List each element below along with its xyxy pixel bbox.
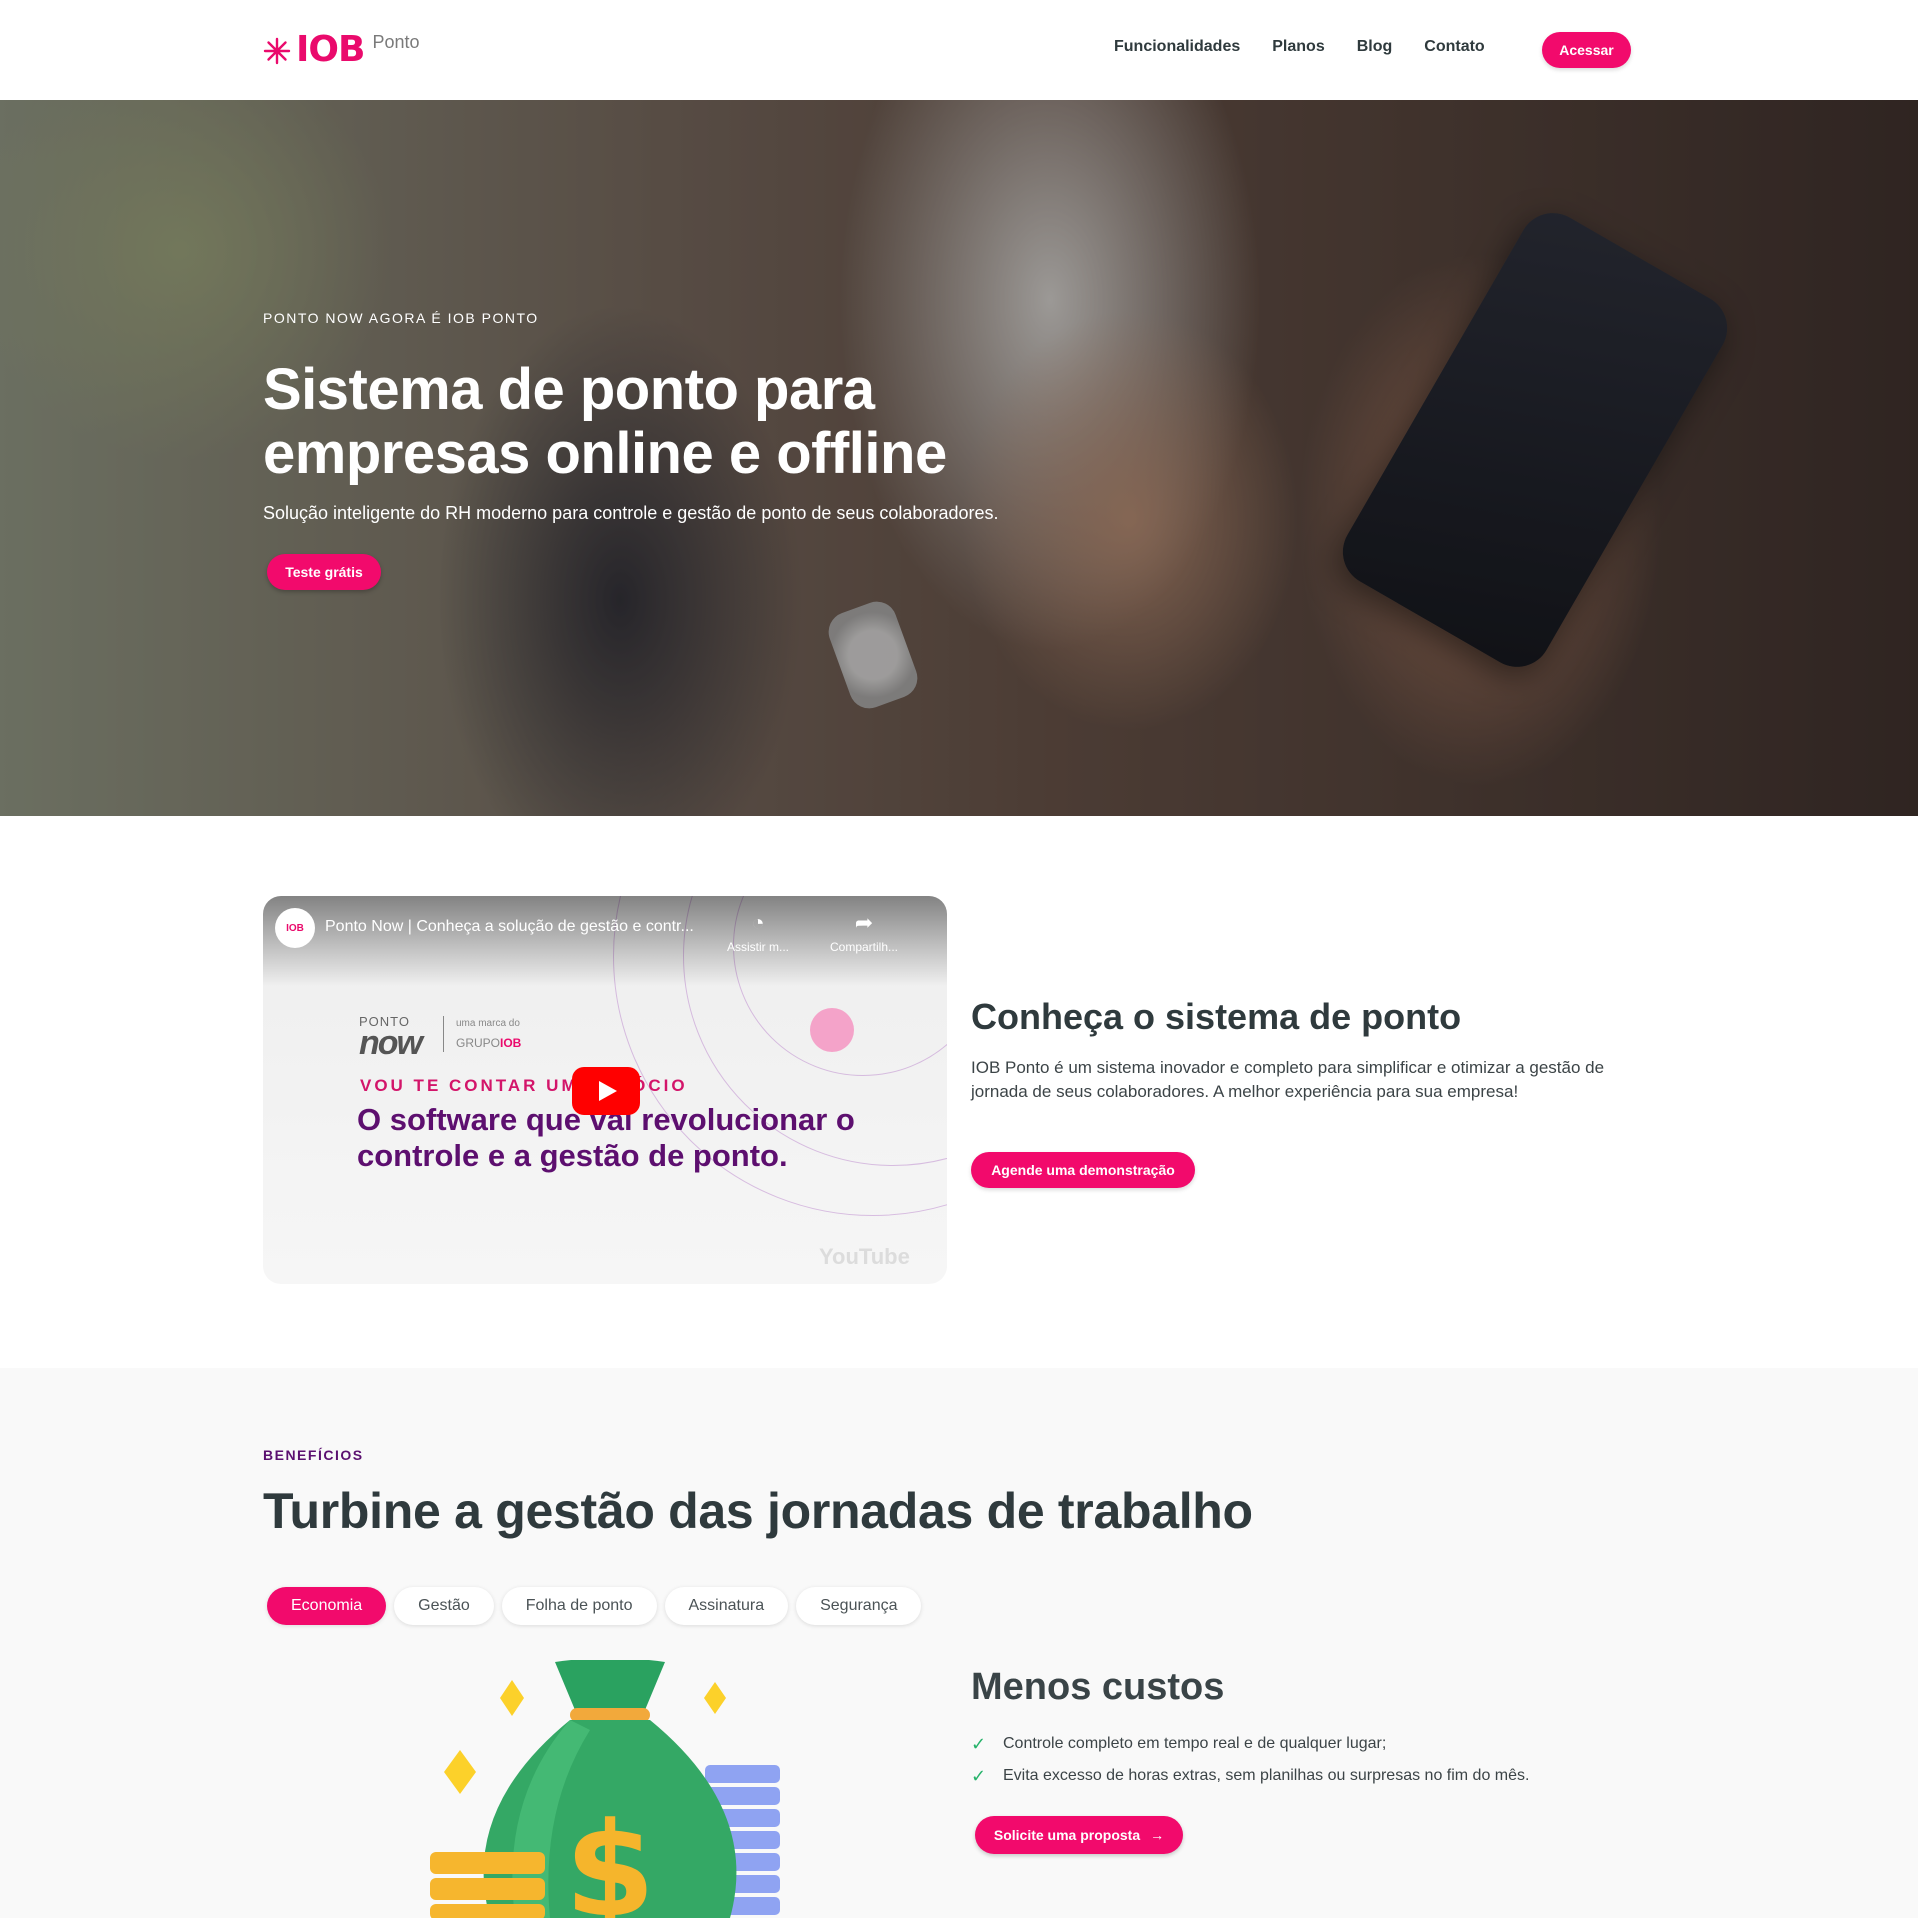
brand-grupo-text: GRUPO (456, 1036, 501, 1050)
brand-marca: uma marca do (456, 1018, 520, 1029)
tab-economia[interactable]: Economia (267, 1587, 387, 1625)
svg-text:$: $ (565, 1794, 655, 1918)
video-decor-dot (810, 1008, 854, 1052)
benefits-title: Turbine a gestão das jornadas de trabalh… (263, 1483, 1253, 1539)
watch-later-label: Assistir m... (727, 940, 789, 954)
video-player[interactable]: IOB Ponto Now | Conheça a solução de ges… (263, 896, 947, 1284)
logo-text: IOB (296, 29, 365, 70)
benefit-item-text: Evita excesso de horas extras, sem plani… (1003, 1767, 1530, 1784)
watch-later-button[interactable]: ◔ Assistir m... (713, 910, 803, 954)
benefit-item-text: Controle completo em tempo real e de qua… (1003, 1735, 1387, 1752)
list-item: ✓ Controle completo em tempo real e de q… (971, 1728, 1529, 1760)
tab-gestao[interactable]: Gestão (394, 1587, 494, 1625)
tab-folha-de-ponto[interactable]: Folha de ponto (501, 1587, 657, 1625)
hero-subtitle: Solução inteligente do RH moderno para c… (263, 503, 999, 523)
logo-subtitle: Ponto (372, 32, 420, 52)
logo-star-icon (263, 37, 291, 65)
youtube-logo[interactable]: YouTube (819, 1244, 910, 1270)
brand-divider (443, 1016, 444, 1052)
nav-blog[interactable]: Blog (1357, 38, 1393, 56)
acessar-button[interactable]: Acessar (1542, 32, 1631, 68)
tab-seguranca[interactable]: Segurança (796, 1587, 922, 1625)
check-icon: ✓ (971, 1765, 987, 1786)
agende-demonstracao-button[interactable]: Agende uma demonstração (971, 1152, 1195, 1188)
play-icon[interactable] (572, 1067, 640, 1115)
hero-eyebrow: PONTO NOW AGORA É IOB PONTO (263, 310, 539, 326)
benefit-list: ✓ Controle completo em tempo real e de q… (971, 1728, 1529, 1792)
benefit-panel-title: Menos custos (971, 1666, 1225, 1708)
solicite-proposta-label: Solicite uma proposta (993, 1827, 1141, 1843)
site-header: IOB Ponto Funcionalidades Planos Blog Co… (0, 0, 1918, 100)
nav-contato[interactable]: Contato (1424, 38, 1484, 56)
hero-title: Sistema de ponto para empresas online e … (263, 357, 947, 486)
solicite-proposta-button[interactable]: Solicite uma proposta → (975, 1816, 1183, 1854)
arrow-right-icon: → (1150, 1827, 1165, 1843)
logo[interactable]: IOB Ponto (262, 30, 419, 70)
clock-icon: ◔ (751, 910, 765, 935)
video-title[interactable]: Ponto Now | Conheça a solução de gestão … (325, 918, 694, 936)
check-icon: ✓ (971, 1733, 987, 1754)
brand-now: now (359, 1024, 423, 1062)
benefits-eyebrow: BENEFÍCIOS (263, 1447, 364, 1463)
brand-grupo: GRUPOIOB (456, 1036, 521, 1050)
money-bag-illustration: $ (430, 1660, 780, 1918)
conheca-text: IOB Ponto é um sistema inovador e comple… (971, 1058, 1605, 1101)
share-arrow-icon: ➦ (854, 910, 874, 935)
teste-gratis-button[interactable]: Teste grátis (267, 554, 381, 590)
share-label: Compartilh... (829, 940, 899, 954)
brand-iob-text: IOB (500, 1036, 522, 1050)
channel-avatar[interactable]: IOB (275, 908, 315, 948)
main-nav: Funcionalidades Planos Blog Contato (1114, 38, 1517, 56)
list-item: ✓ Evita excesso de horas extras, sem pla… (971, 1760, 1529, 1792)
nav-funcionalidades[interactable]: Funcionalidades (1114, 38, 1240, 56)
channel-name: IOB (286, 922, 304, 934)
tab-assinatura[interactable]: Assinatura (664, 1587, 789, 1625)
conheca-title: Conheça o sistema de ponto (971, 996, 1462, 1037)
share-button[interactable]: ➦ Compartilh... (819, 910, 909, 954)
benefit-tabs: Economia Gestão Folha de ponto Assinatur… (267, 1587, 929, 1625)
nav-planos[interactable]: Planos (1272, 38, 1324, 56)
